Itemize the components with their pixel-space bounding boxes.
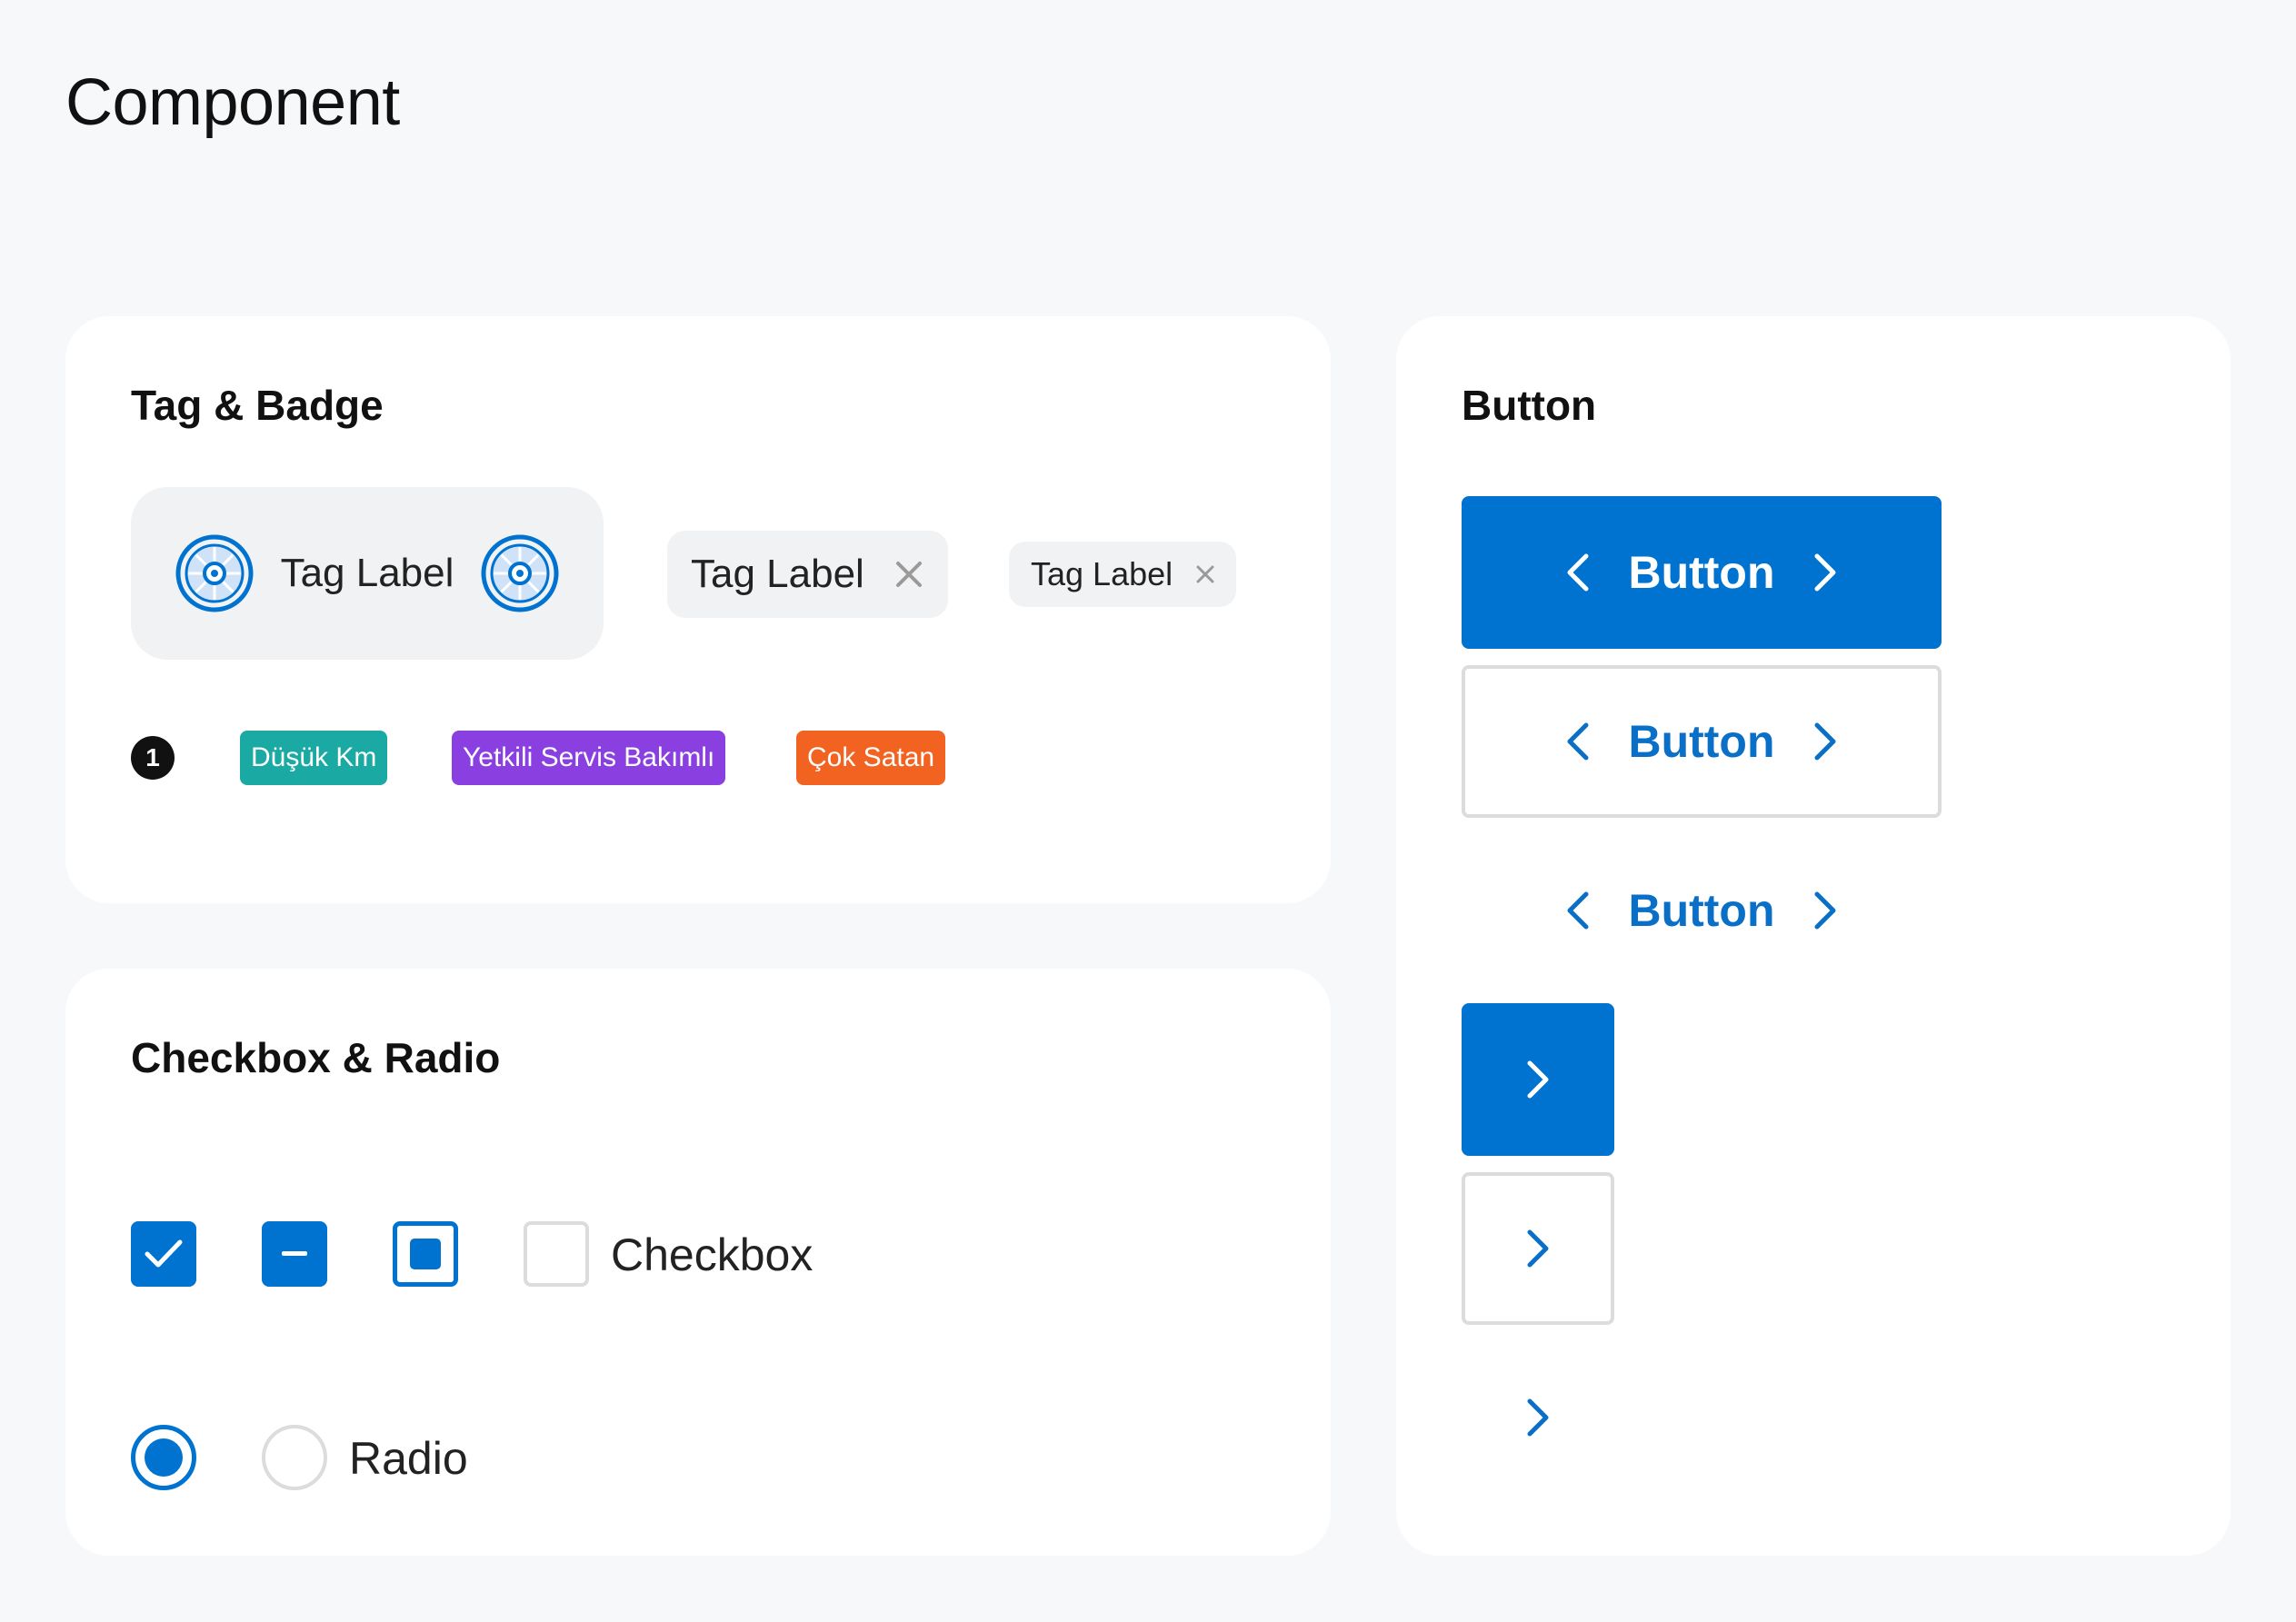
chevron-left-icon xyxy=(1567,722,1589,761)
checkbox-radio-title: Checkbox & Radio xyxy=(131,1034,501,1081)
chevron-left-icon xyxy=(1567,891,1589,930)
radio-selected[interactable] xyxy=(131,1425,196,1490)
primary-button-label: Button xyxy=(1628,547,1775,598)
tag-small-label: Tag Label xyxy=(1031,555,1173,592)
chevron-right-icon xyxy=(1814,891,1836,930)
radio-dot-icon xyxy=(145,1438,183,1477)
ghost-button-label: Button xyxy=(1628,885,1775,936)
square-icon xyxy=(410,1239,441,1269)
count-badge: 1 xyxy=(131,736,175,780)
badge-yetkili-servis: Yetkili Servis Bakımlı xyxy=(452,731,726,785)
chevron-right-icon xyxy=(1527,1060,1549,1099)
tag-large-label: Tag Label xyxy=(280,551,454,595)
badge-cok-satan: Çok Satan xyxy=(796,731,946,785)
chevron-right-icon xyxy=(1814,722,1836,761)
close-icon[interactable] xyxy=(895,561,923,588)
tag-medium-label: Tag Label xyxy=(691,552,864,596)
chevron-left-icon xyxy=(1567,553,1589,592)
ghost-button[interactable]: Button xyxy=(1462,834,1942,987)
chevron-right-icon xyxy=(1527,1229,1549,1268)
button-card: Button Button Button Button xyxy=(1396,316,2231,1556)
checkbox-focused[interactable] xyxy=(393,1221,458,1287)
checkbox-radio-card: Checkbox & Radio Checkbox Radio xyxy=(65,969,1331,1556)
wheel-icon xyxy=(481,534,559,612)
tag-medium[interactable]: Tag Label xyxy=(667,531,948,618)
badge-dusuk-km: Düşük Km xyxy=(240,731,388,785)
check-icon xyxy=(145,1239,183,1268)
checkbox-checked[interactable] xyxy=(131,1221,196,1287)
chevron-right-icon xyxy=(1527,1398,1549,1437)
primary-button[interactable]: Button xyxy=(1462,496,1942,649)
close-icon[interactable] xyxy=(1196,565,1214,583)
checkbox-label: Checkbox xyxy=(611,1229,814,1280)
outline-button-label: Button xyxy=(1628,716,1775,767)
checkbox-indeterminate[interactable] xyxy=(262,1221,327,1287)
chevron-right-icon xyxy=(1814,553,1836,592)
tag-small[interactable]: Tag Label xyxy=(1009,542,1237,607)
primary-icon-button[interactable] xyxy=(1462,1003,1614,1156)
ghost-icon-button[interactable] xyxy=(1462,1341,1614,1494)
tag-large[interactable]: Tag Label xyxy=(131,487,604,660)
minus-icon xyxy=(282,1251,307,1256)
page-title: Component xyxy=(65,66,400,139)
outline-icon-button[interactable] xyxy=(1462,1172,1614,1325)
button-title: Button xyxy=(1462,382,1597,429)
outline-button[interactable]: Button xyxy=(1462,665,1942,818)
tag-badge-title: Tag & Badge xyxy=(131,382,384,429)
radio-unselected[interactable] xyxy=(262,1425,327,1490)
radio-label: Radio xyxy=(349,1433,468,1484)
checkbox-unchecked[interactable] xyxy=(524,1221,589,1287)
tag-badge-card: Tag & Badge Tag Label Tag Label Tag Labe… xyxy=(65,316,1331,903)
wheel-icon xyxy=(175,534,254,612)
